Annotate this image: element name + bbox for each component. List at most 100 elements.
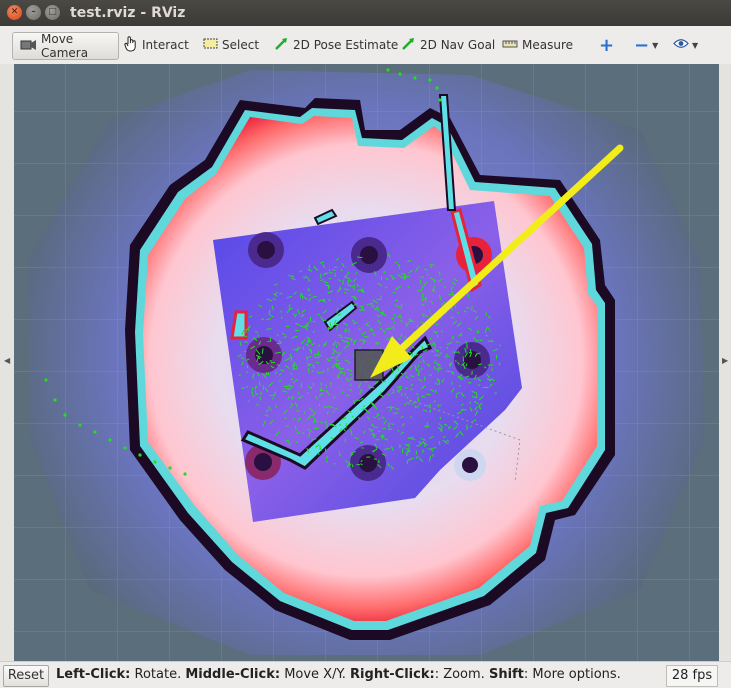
move-camera-icon xyxy=(19,38,37,55)
laser-point xyxy=(428,78,431,81)
laser-particle xyxy=(421,369,423,370)
laser-point xyxy=(93,430,96,433)
2d-pose-estimate-tool[interactable]: 2D Pose Estimate xyxy=(274,32,398,58)
laser-particle xyxy=(261,319,264,320)
window-title: test.rviz - RViz xyxy=(70,5,185,21)
close-window-button[interactable]: ✕ xyxy=(7,5,22,20)
laser-particle xyxy=(472,306,473,310)
plus-icon: + xyxy=(599,35,614,56)
laser-particle xyxy=(416,446,420,447)
laser-particle xyxy=(286,426,289,427)
laser-particle xyxy=(478,407,480,408)
laser-particle xyxy=(313,321,315,322)
laser-particle xyxy=(437,334,438,337)
select-label: Select xyxy=(222,38,259,52)
laser-point xyxy=(183,472,186,475)
hint-shift-key: Shift xyxy=(489,667,524,682)
ruler-icon xyxy=(502,38,518,52)
green-arrow-icon xyxy=(274,37,289,53)
minimize-icon: – xyxy=(26,5,41,20)
move-camera-tool[interactable]: Move Camera xyxy=(12,32,119,60)
laser-particle xyxy=(357,257,362,258)
laser-point xyxy=(438,98,441,101)
view-options-button[interactable]: ▼ xyxy=(673,32,698,58)
laser-particle xyxy=(342,391,343,393)
laser-particle xyxy=(452,382,453,385)
laser-particle xyxy=(472,371,473,375)
left-panel-collapse-handle[interactable]: ◀ xyxy=(0,64,14,661)
laser-particle xyxy=(372,424,373,426)
laser-particle xyxy=(321,389,322,391)
laser-point xyxy=(53,398,56,401)
laser-particle xyxy=(354,285,355,291)
laser-particle xyxy=(429,265,435,266)
right-panel-collapse-handle[interactable]: ▶ xyxy=(719,64,731,661)
laser-particle xyxy=(446,371,450,372)
remove-tool-button[interactable]: − ▼ xyxy=(634,32,658,58)
laser-particle xyxy=(429,310,430,312)
laser-particle xyxy=(488,365,491,366)
laser-point xyxy=(398,72,401,75)
laser-particle xyxy=(404,337,407,338)
laser-particle xyxy=(480,340,483,341)
chevron-down-icon: ▼ xyxy=(692,41,698,50)
map-canvas xyxy=(14,64,719,661)
title-bar: ✕ – □ test.rviz - RViz xyxy=(0,0,731,26)
laser-particle xyxy=(394,314,395,317)
laser-particle xyxy=(371,430,373,431)
laser-particle xyxy=(293,364,294,370)
laser-point xyxy=(153,460,156,463)
add-tool-button[interactable]: + xyxy=(599,32,614,58)
laser-point xyxy=(386,68,389,71)
hint-middle-click-action: Move X/Y. xyxy=(284,667,346,682)
interact-label: Interact xyxy=(142,38,189,52)
laser-particle xyxy=(444,287,446,288)
laser-particle xyxy=(374,459,377,460)
laser-particle xyxy=(438,404,439,407)
laser-particle xyxy=(331,384,332,386)
move-camera-label: Move Camera xyxy=(41,32,118,60)
maximize-icon: □ xyxy=(45,5,60,20)
toolbar: Move Camera Interact Select 2D Pose Esti… xyxy=(0,26,731,65)
chevron-down-icon: ▼ xyxy=(652,41,658,50)
minimize-window-button[interactable]: – xyxy=(26,5,41,20)
hint-left-click-key: Left-Click: xyxy=(56,667,130,682)
laser-point xyxy=(123,446,126,449)
laser-particle xyxy=(395,262,397,263)
laser-particle xyxy=(381,392,382,394)
laser-particle xyxy=(310,317,311,322)
3d-render-viewport[interactable] xyxy=(14,64,719,661)
laser-particle xyxy=(293,396,294,399)
laser-particle xyxy=(336,363,337,368)
hand-pointer-icon xyxy=(124,36,138,55)
measure-tool[interactable]: Measure xyxy=(502,32,573,58)
reset-button[interactable]: Reset xyxy=(3,665,49,687)
laser-particle xyxy=(327,411,328,414)
interact-tool[interactable]: Interact xyxy=(124,32,189,58)
laser-particle xyxy=(279,381,281,382)
laser-particle xyxy=(330,322,331,326)
hint-middle-click-key: Middle-Click: xyxy=(185,667,280,682)
select-tool[interactable]: Select xyxy=(203,32,259,58)
hint-shift-action: : More options. xyxy=(524,667,621,682)
close-icon: ✕ xyxy=(7,5,22,20)
laser-particle xyxy=(458,376,459,378)
2d-nav-goal-label: 2D Nav Goal xyxy=(420,38,495,52)
laser-particle xyxy=(478,364,482,365)
fps-counter: 28 fps xyxy=(666,665,718,687)
eye-icon xyxy=(673,38,689,52)
laser-particle xyxy=(301,382,302,388)
laser-particle xyxy=(374,417,376,418)
mouse-hint-text: Left-Click: Rotate. Middle-Click: Move X… xyxy=(56,667,621,682)
laser-point xyxy=(63,413,66,416)
laser-particle xyxy=(402,448,403,453)
laser-particle xyxy=(281,310,282,312)
maximize-window-button[interactable]: □ xyxy=(45,5,60,20)
2d-pose-estimate-label: 2D Pose Estimate xyxy=(293,38,398,52)
laser-particle xyxy=(375,427,378,428)
2d-nav-goal-tool[interactable]: 2D Nav Goal xyxy=(401,32,495,58)
laser-particle xyxy=(348,343,349,345)
laser-particle xyxy=(239,375,241,376)
laser-point xyxy=(138,453,141,456)
laser-point xyxy=(78,423,81,426)
